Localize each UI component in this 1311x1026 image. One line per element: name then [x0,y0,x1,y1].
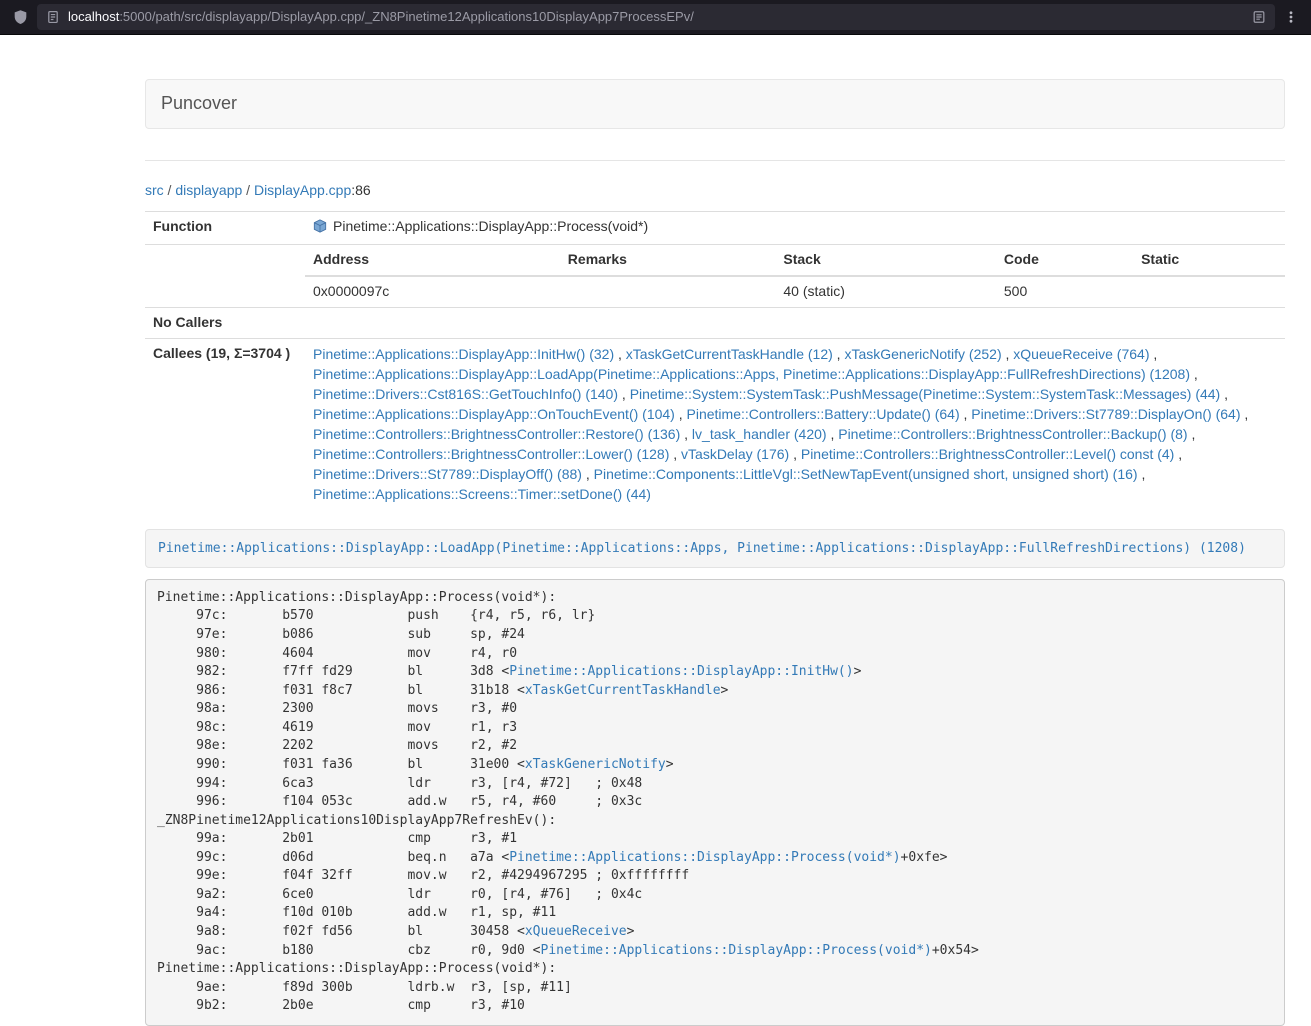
breadcrumb-separator: / [164,182,176,198]
code-line: 98c: 4619 mov r1, r3 [157,719,1273,738]
stats-table: Address Remarks Stack Code Static 0x0000… [305,245,1285,307]
table-row: 0x0000097c 40 (static) 500 [305,276,1285,307]
callee-link[interactable]: Pinetime::Controllers::BrightnessControl… [313,446,669,462]
cell-address: 0x0000097c [305,276,560,307]
cell-stack: 40 (static) [775,276,996,307]
code-line: 980: 4604 mov r4, r0 [157,645,1273,664]
callee-link[interactable]: vTaskDelay (176) [681,446,789,462]
callees-row: Callees (19, Σ=3704 ) Pinetime::Applicat… [145,338,1285,509]
code-line: 996: f104 053c add.w r5, r4, #60 ; 0x3c [157,793,1273,812]
code-symbol-link[interactable]: Pinetime::Applications::DisplayApp::Proc… [541,943,932,958]
cell-remarks [560,276,776,307]
callee-link[interactable]: xTaskGetCurrentTaskHandle (12) [626,346,833,362]
code-line: 9ae: f89d 300b ldrb.w r3, [sp, #11] [157,979,1273,998]
callee-link[interactable]: Pinetime::Controllers::Battery::Update()… [687,406,960,422]
cell-static [1133,276,1285,307]
navbar: Puncover [145,79,1285,129]
callee-link[interactable]: Pinetime::Applications::DisplayApp::OnTo… [313,406,675,422]
callee-link[interactable]: Pinetime::System::SystemTask::PushMessag… [630,386,1221,402]
code-line: Pinetime::Applications::DisplayApp::Proc… [157,960,1273,979]
code-line: 990: f031 fa36 bl 31e00 <xTaskGenericNot… [157,756,1273,775]
callee-link[interactable]: Pinetime::Drivers::St7789::DisplayOff() … [313,466,582,482]
url-path: :5000/path/src/displayapp/DisplayApp.cpp… [119,9,694,24]
col-address: Address [305,245,560,276]
page-icon[interactable] [46,10,60,24]
shield-icon[interactable] [13,9,28,25]
reader-view-icon[interactable] [1252,10,1266,24]
callees-cell: Pinetime::Applications::DisplayApp::Init… [305,338,1285,509]
code-line: 98a: 2300 movs r3, #0 [157,700,1273,719]
function-row: Function Pinetime::Applications::Display… [145,211,1285,244]
code-line: 99e: f04f 32ff mov.w r2, #4294967295 ; 0… [157,867,1273,886]
main-content: Puncover src / displayapp / DisplayApp.c… [145,35,1285,1026]
function-label: Function [145,211,305,244]
col-stack: Stack [775,245,996,276]
code-line: 99c: d06d beq.n a7a <Pinetime::Applicati… [157,849,1273,868]
col-static: Static [1133,245,1285,276]
callee-link[interactable]: Pinetime::Applications::Screens::Timer::… [313,486,651,502]
breadcrumb-displayapp[interactable]: displayapp [175,182,242,198]
callee-link[interactable]: Pinetime::Components::LittleVgl::SetNewT… [594,466,1138,482]
code-line: 97c: b570 push {r4, r5, r6, lr} [157,607,1273,626]
callee-link[interactable]: Pinetime::Applications::DisplayApp::Load… [313,366,1190,382]
highlighted-symbol-box: Pinetime::Applications::DisplayApp::Load… [145,529,1285,568]
breadcrumb: src / displayapp / DisplayApp.cpp:86 [145,181,1285,201]
function-name: Pinetime::Applications::DisplayApp::Proc… [333,218,648,234]
callee-link[interactable]: Pinetime::Drivers::St7789::DisplayOn() (… [971,406,1240,422]
code-line: 9b2: 2b0e cmp r3, #10 [157,997,1273,1016]
code-line: 99a: 2b01 cmp r3, #1 [157,830,1273,849]
callee-link[interactable]: lv_task_handler (420) [692,426,827,442]
code-symbol-link[interactable]: xQueueReceive [525,924,627,939]
callee-link[interactable]: Pinetime::Controllers::BrightnessControl… [838,426,1187,442]
callee-link[interactable]: xTaskGenericNotify (252) [844,346,1001,362]
function-table: Function Pinetime::Applications::Display… [145,211,1285,509]
code-line: 97e: b086 sub sp, #24 [157,626,1273,645]
code-line: 9a4: f10d 010b add.w r1, sp, #11 [157,904,1273,923]
callee-link[interactable]: Pinetime::Drivers::Cst816S::GetTouchInfo… [313,386,618,402]
code-line: 9a2: 6ce0 ldr r0, [r4, #76] ; 0x4c [157,886,1273,905]
url-host: localhost [68,9,119,24]
highlighted-symbol-link[interactable]: Pinetime::Applications::DisplayApp::Load… [158,541,1246,556]
stats-row: Address Remarks Stack Code Static 0x0000… [145,244,1285,307]
code-line: 986: f031 f8c7 bl 31b18 <xTaskGetCurrent… [157,682,1273,701]
stats-row-label [145,244,305,307]
url-bar[interactable]: localhost:5000/path/src/displayapp/Displ… [37,4,1275,30]
callee-link[interactable]: xQueueReceive (764) [1013,346,1149,362]
code-symbol-link[interactable]: xTaskGenericNotify [525,757,666,772]
callee-link[interactable]: Pinetime::Applications::DisplayApp::Init… [313,346,614,362]
disassembly: Pinetime::Applications::DisplayApp::Proc… [145,579,1285,1026]
code-line: 994: 6ca3 ldr r3, [r4, #72] ; 0x48 [157,775,1273,794]
code-line: 9a8: f02f fd56 bl 30458 <xQueueReceive> [157,923,1273,942]
code-symbol-link[interactable]: Pinetime::Applications::DisplayApp::Proc… [509,850,900,865]
breadcrumb-src[interactable]: src [145,182,164,198]
symbol-icon [313,219,327,239]
code-line: 98e: 2202 movs r2, #2 [157,737,1273,756]
col-code: Code [996,245,1133,276]
code-symbol-link[interactable]: xTaskGetCurrentTaskHandle [525,683,721,698]
url-text[interactable]: localhost:5000/path/src/displayapp/Displ… [68,8,1244,27]
function-name-cell: Pinetime::Applications::DisplayApp::Proc… [305,211,1285,244]
callees-label: Callees (19, Σ=3704 ) [145,338,305,509]
code-line: 982: f7ff fd29 bl 3d8 <Pinetime::Applica… [157,663,1273,682]
stats-cell: Address Remarks Stack Code Static 0x0000… [305,244,1285,307]
callee-link[interactable]: Pinetime::Controllers::BrightnessControl… [313,426,680,442]
code-line: Pinetime::Applications::DisplayApp::Proc… [157,589,1273,608]
col-remarks: Remarks [560,245,776,276]
section-divider [145,160,1285,161]
breadcrumb-file[interactable]: DisplayApp.cpp [254,182,351,198]
code-symbol-link[interactable]: Pinetime::Applications::DisplayApp::Init… [509,664,853,679]
callee-link[interactable]: Pinetime::Controllers::BrightnessControl… [801,446,1174,462]
no-callers-cell [305,307,1285,338]
kebab-menu-icon[interactable] [1284,9,1298,25]
no-callers-label: No Callers [145,307,305,338]
cell-code: 500 [996,276,1133,307]
breadcrumb-separator: / [242,182,254,198]
code-line: _ZN8Pinetime12Applications10DisplayApp7R… [157,812,1273,831]
breadcrumb-line-number: :86 [351,182,370,198]
browser-chrome: localhost:5000/path/src/displayapp/Displ… [0,0,1311,35]
brand-link[interactable]: Puncover [161,91,237,117]
no-callers-row: No Callers [145,307,1285,338]
code-line: 9ac: b180 cbz r0, 9d0 <Pinetime::Applica… [157,942,1273,961]
